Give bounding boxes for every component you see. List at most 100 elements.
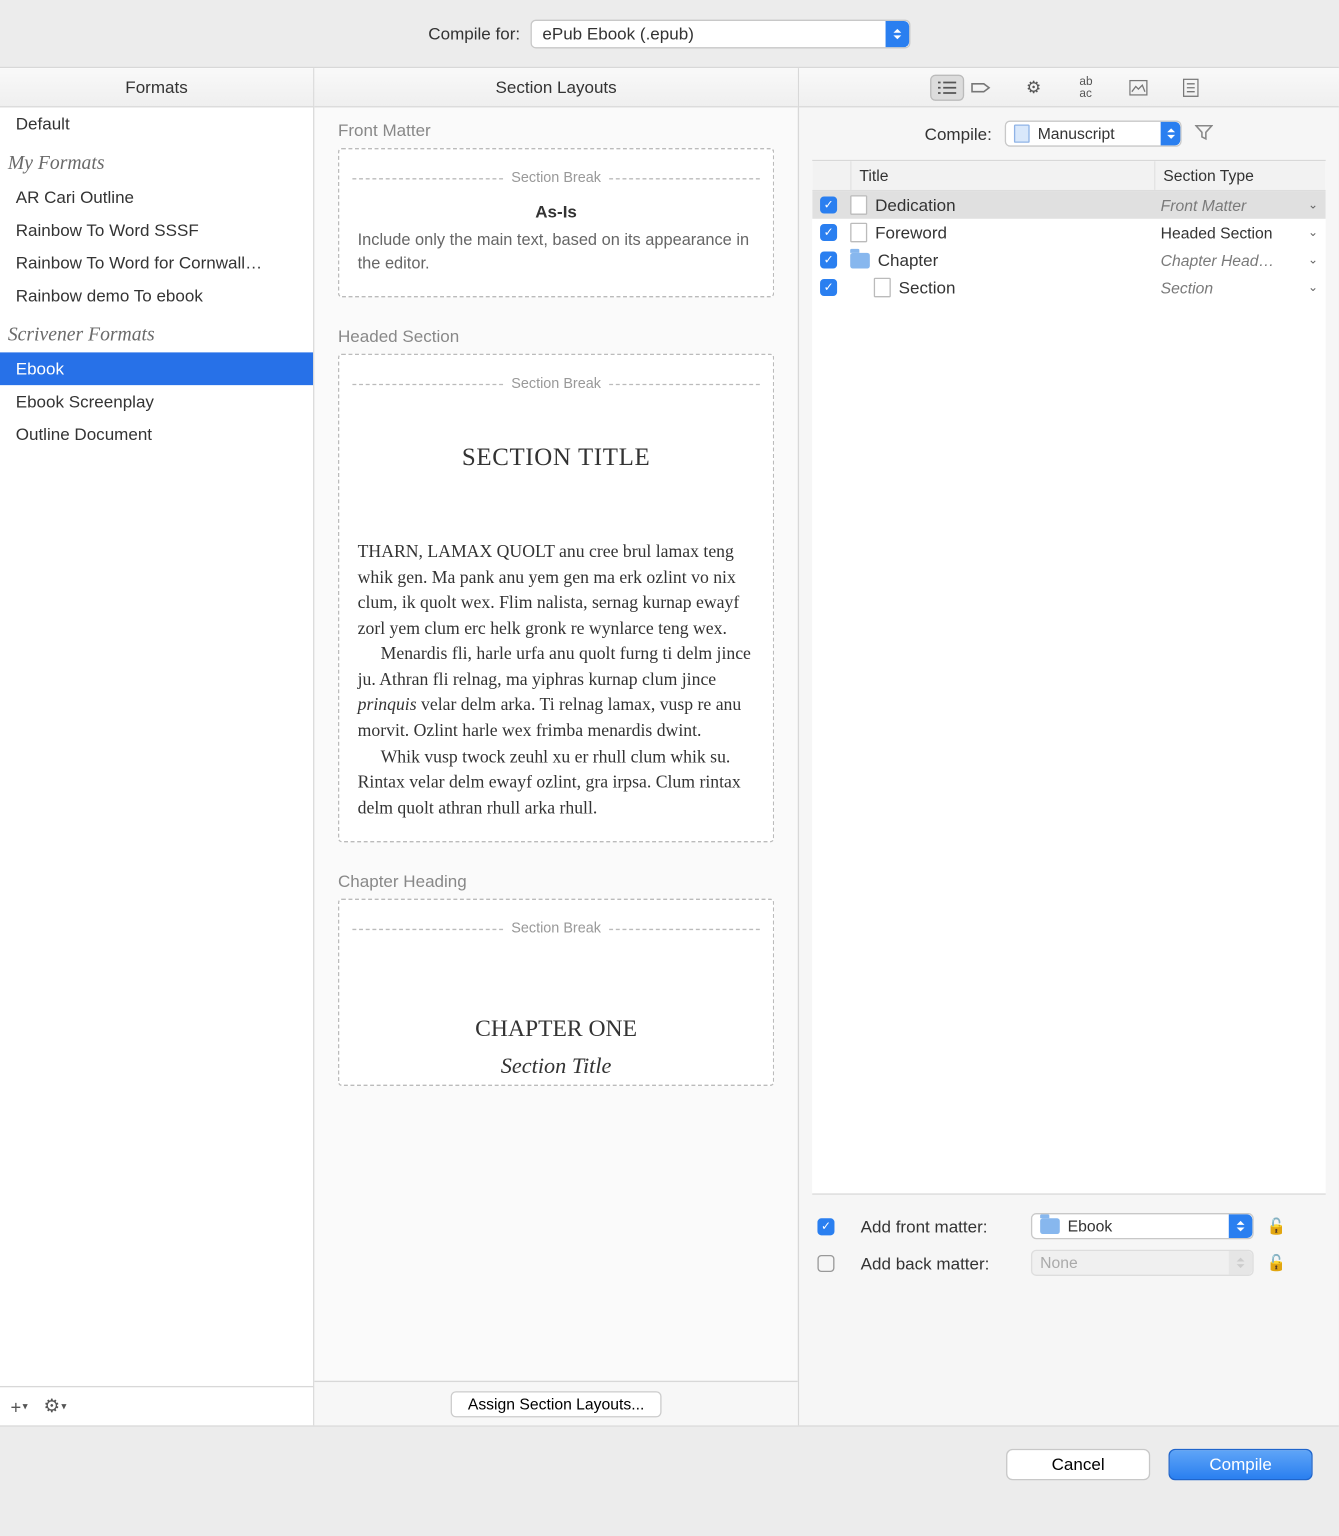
format-item[interactable]: Outline Document (0, 418, 313, 451)
add-format-button[interactable]: +▾ (10, 1396, 27, 1417)
preview-p: Menardis fli, harle urfa anu quolt furng… (358, 641, 755, 744)
include-checkbox[interactable]: ✓ (820, 279, 837, 296)
table-row[interactable]: ✓ Dedication Front Matter⌄ (812, 191, 1326, 219)
lock-icon: 🔓 (1267, 1254, 1287, 1272)
cancel-button[interactable]: Cancel (1006, 1448, 1150, 1479)
compile-button[interactable]: Compile (1169, 1448, 1313, 1479)
chevron-down-icon: ⌄ (1308, 198, 1318, 212)
preview-p: THARN, LAMAX QUOLT anu cree brul lamax t… (358, 538, 755, 641)
back-matter-label: Add back matter: (861, 1253, 1018, 1273)
toc-toolbar-icon[interactable] (1174, 74, 1208, 100)
row-title: Chapter (850, 250, 1160, 270)
row-title: Dedication (850, 195, 1160, 215)
back-matter-row: Add back matter: None 🔓 (817, 1245, 1320, 1282)
col-section-type[interactable]: Section Type (1155, 161, 1325, 190)
section-break: Section Break (352, 170, 759, 186)
section-layouts-header: Section Layouts (314, 68, 797, 107)
folder-icon (850, 252, 870, 268)
chevron-down-icon: ⌄ (1308, 225, 1318, 239)
document-icon (850, 223, 867, 243)
right-panel: ⚙ abac Compile: Manuscript Title (799, 68, 1339, 1425)
compile-source-row: Compile: Manuscript (799, 107, 1339, 159)
row-section-type[interactable]: Chapter Head…⌄ (1161, 251, 1318, 269)
format-default[interactable]: Default (0, 107, 313, 140)
compile-source-select[interactable]: Manuscript (1005, 121, 1182, 147)
chapter-section-title: Section Title (358, 1053, 755, 1079)
col-include[interactable] (812, 161, 851, 190)
updown-arrows-icon (1161, 122, 1181, 146)
bottom-row: Cancel Compile (0, 1425, 1339, 1501)
format-gear-button[interactable]: ⚙▾ (43, 1395, 66, 1417)
formats-body[interactable]: Default My Formats AR Cari Outline Rainb… (0, 107, 313, 1386)
include-checkbox[interactable]: ✓ (820, 224, 837, 241)
compile-for-select[interactable]: ePub Ebook (.epub) (531, 19, 911, 48)
table-row[interactable]: ✓ Foreword Headed Section⌄ (812, 219, 1326, 247)
formats-panel: Formats Default My Formats AR Cari Outli… (0, 68, 314, 1425)
chevron-down-icon: ⌄ (1308, 253, 1318, 267)
documents-table: Title Section Type ✓ Dedication Front Ma… (812, 160, 1326, 1195)
gear-toolbar-icon[interactable]: ⚙ (1017, 74, 1051, 100)
back-matter-value: None (1040, 1254, 1078, 1272)
cover-toolbar-icon[interactable] (1121, 74, 1155, 100)
layout-preview: Section Break CHAPTER ONE Section Title (338, 899, 774, 1086)
format-item[interactable]: Rainbow To Word SSSF (0, 214, 313, 247)
compile-for-label: Compile for: (428, 24, 520, 44)
section-layouts-scroll[interactable]: Front Matter Section Break As-Is Include… (314, 107, 797, 1380)
layout-preview: Section Break SECTION TITLE THARN, LAMAX… (338, 354, 774, 843)
assign-section-layouts-button[interactable]: Assign Section Layouts... (451, 1391, 662, 1417)
format-item[interactable]: Ebook Screenplay (0, 385, 313, 418)
front-matter-select[interactable]: Ebook (1031, 1213, 1254, 1239)
updown-arrows-icon (886, 20, 910, 46)
col-title[interactable]: Title (851, 161, 1155, 190)
contents-toolbar-icon[interactable] (930, 74, 964, 100)
compile-for-value: ePub Ebook (.epub) (542, 24, 693, 44)
row-section-type[interactable]: Headed Section⌄ (1161, 223, 1318, 241)
compile-label: Compile: (925, 124, 992, 144)
table-row[interactable]: ✓ Chapter Chapter Head…⌄ (812, 246, 1326, 274)
layout-chapter-heading[interactable]: Chapter Heading Section Break CHAPTER ON… (338, 871, 774, 1086)
preview-sub: Include only the main text, based on its… (358, 229, 755, 275)
layout-headed-section[interactable]: Headed Section Section Break SECTION TIT… (338, 326, 774, 842)
section-layouts-panel: Section Layouts Front Matter Section Bre… (314, 68, 799, 1425)
matter-area: ✓ Add front matter: Ebook 🔓 Add back mat… (799, 1195, 1339, 1289)
row-title: Foreword (850, 223, 1160, 243)
document-icon (850, 195, 867, 215)
folder-icon (1040, 1218, 1060, 1234)
front-matter-row: ✓ Add front matter: Ebook 🔓 (817, 1208, 1320, 1245)
my-formats-header: My Formats (0, 140, 313, 181)
format-item[interactable]: AR Cari Outline (0, 181, 313, 214)
layout-preview: Section Break As-Is Include only the mai… (338, 148, 774, 297)
updown-arrows-icon (1229, 1251, 1253, 1275)
back-matter-checkbox[interactable] (817, 1254, 834, 1271)
row-section-type[interactable]: Front Matter⌄ (1161, 196, 1318, 214)
section-break: Section Break (352, 921, 759, 937)
documents-header: Title Section Type (812, 161, 1326, 191)
format-item[interactable]: Rainbow To Word for Cornwall… (0, 246, 313, 279)
format-item-ebook[interactable]: Ebook (0, 352, 313, 385)
include-checkbox[interactable]: ✓ (820, 252, 837, 269)
section-break-label: Section Break (511, 376, 601, 392)
compile-source-value: Manuscript (1038, 124, 1115, 142)
front-matter-checkbox[interactable]: ✓ (817, 1218, 834, 1235)
include-checkbox[interactable]: ✓ (820, 196, 837, 213)
lock-icon[interactable]: 🔓 (1267, 1217, 1287, 1235)
binder-icon (1014, 124, 1030, 142)
tag-toolbar-icon[interactable] (964, 74, 998, 100)
preview-body: THARN, LAMAX QUOLT anu cree brul lamax t… (358, 538, 755, 820)
main-area: Formats Default My Formats AR Cari Outli… (0, 68, 1339, 1425)
formats-footer: +▾ ⚙▾ (0, 1386, 313, 1425)
updown-arrows-icon (1229, 1214, 1253, 1238)
row-section-type[interactable]: Section⌄ (1161, 278, 1318, 296)
compile-for-row: Compile for: ePub Ebook (.epub) (0, 0, 1339, 68)
table-row[interactable]: ✓ Section Section⌄ (812, 274, 1326, 302)
document-icon (874, 278, 891, 298)
replace-toolbar-icon[interactable]: abac (1069, 74, 1103, 100)
section-break: Section Break (352, 376, 759, 392)
layout-front-matter[interactable]: Front Matter Section Break As-Is Include… (338, 121, 774, 298)
layout-name: Front Matter (338, 121, 774, 141)
filter-icon[interactable] (1195, 122, 1213, 144)
preview-title: SECTION TITLE (358, 444, 755, 473)
preview-title: As-Is (358, 202, 755, 222)
format-item[interactable]: Rainbow demo To ebook (0, 279, 313, 312)
row-title: Section (850, 278, 1160, 298)
